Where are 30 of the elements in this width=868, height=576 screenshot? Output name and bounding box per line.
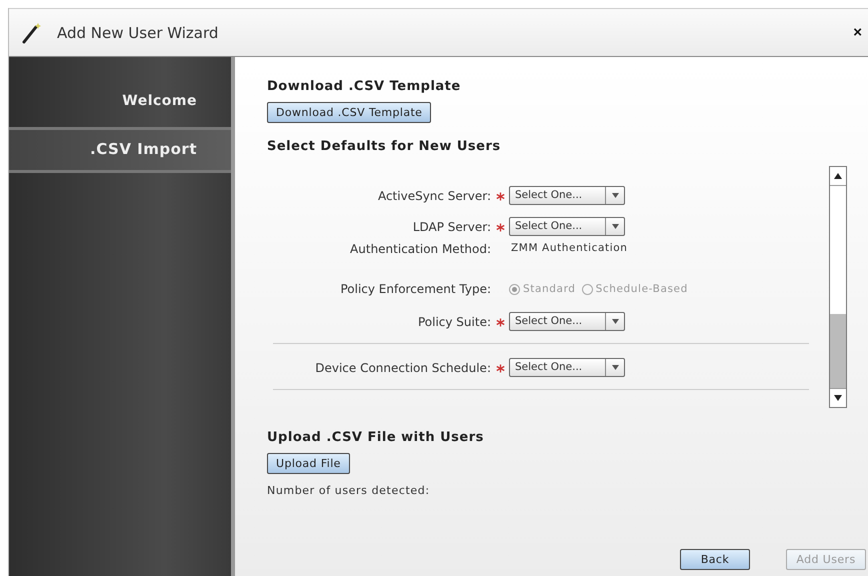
dropdown[interactable]: Select One... — [509, 358, 625, 377]
field-label: ActiveSync Server: — [376, 188, 491, 202]
close-button[interactable]: × — [847, 24, 868, 41]
field-label: LDAP Server: — [412, 220, 491, 234]
dropdown[interactable]: Select One... — [509, 186, 625, 205]
caret-icon — [612, 365, 618, 370]
sidebar-item[interactable]: Welcome — [9, 83, 231, 123]
wizard-button[interactable]: Back — [680, 549, 750, 570]
field-label: Device Connection Schedule: — [314, 360, 491, 374]
window-title: Add New User Wizard — [57, 24, 220, 42]
section-heading: Download .CSV Template — [267, 79, 461, 94]
magic-wand-icon — [21, 22, 43, 44]
field-label: Policy Suite: — [416, 314, 491, 328]
scroll-up-icon — [834, 173, 842, 179]
field-label: Policy Enforcement Type: — [339, 282, 491, 296]
section-heading: Select Defaults for New Users — [267, 139, 501, 154]
dropdown[interactable]: Select One... — [509, 217, 625, 236]
field-value: ZMM Authentication — [510, 242, 628, 254]
field-label: Authentication Method: — [349, 242, 491, 256]
scrollbar[interactable] — [829, 166, 847, 408]
caret-icon — [612, 319, 618, 324]
users-count-label: Number of users detected: — [267, 484, 430, 497]
caret-icon — [612, 224, 618, 229]
download-template-button[interactable]: Download .CSV Template — [267, 102, 432, 123]
scroll-down-icon — [834, 395, 842, 401]
dropdown[interactable]: Select One... — [509, 312, 625, 331]
upload-file-button[interactable]: Upload File — [267, 453, 350, 474]
caret-icon — [612, 193, 618, 198]
section-heading: Upload .CSV File with Users — [267, 430, 484, 445]
sidebar-item[interactable]: .CSV Import — [9, 127, 231, 173]
